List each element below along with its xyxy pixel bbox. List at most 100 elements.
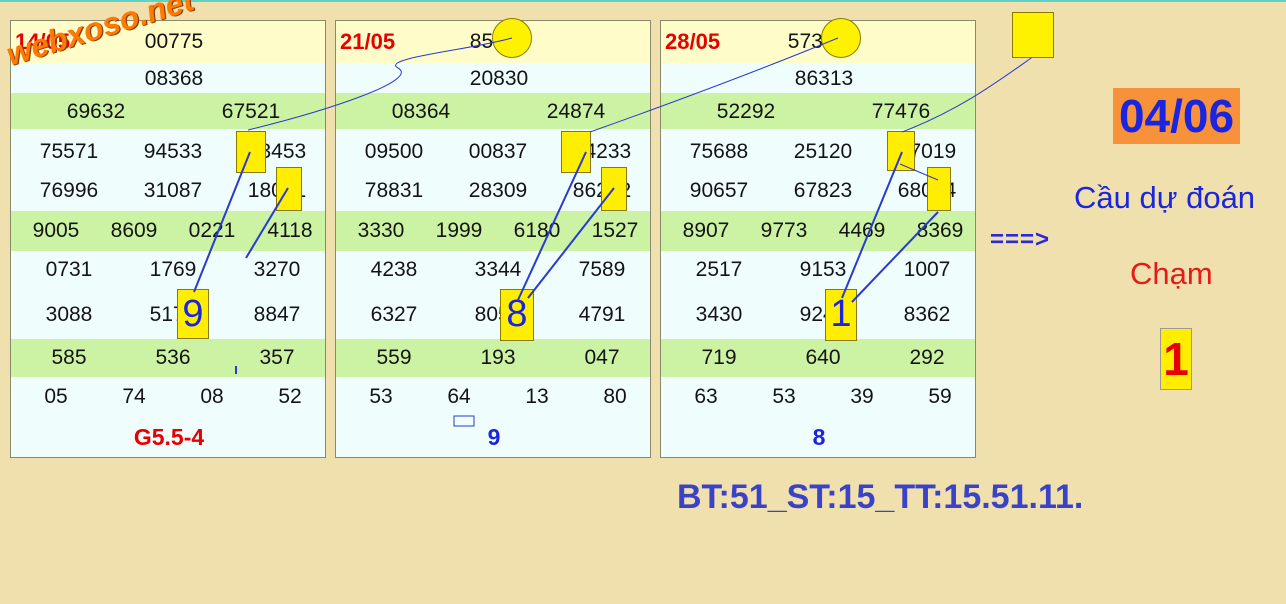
prize-number: 6180: [513, 219, 561, 242]
prize-number: 3330: [357, 219, 405, 242]
prize-number: 536: [155, 346, 191, 369]
prize-number: 4118: [267, 219, 313, 242]
prize-number: 6327: [370, 303, 418, 326]
prize-number: 7589: [578, 258, 626, 281]
highlight-marker: [601, 167, 627, 211]
prize-number: 52292: [716, 100, 776, 123]
prize-number: 047: [584, 346, 620, 369]
prize-number: 39: [850, 385, 874, 408]
board-footer-row: 9: [336, 417, 650, 459]
special-prize: 00775: [144, 30, 204, 53]
board-footer: 9: [487, 424, 501, 450]
highlight-marker: [276, 167, 302, 211]
prize-number: 67823: [793, 179, 853, 202]
fifth-prize-row: 0731 1769 3270: [11, 251, 325, 289]
first-prize: 20830: [469, 67, 529, 90]
prize-number: 75571: [39, 140, 99, 163]
prize-number: 05: [44, 385, 68, 408]
first-prize: 08368: [144, 67, 204, 90]
prize-number: 1527: [591, 219, 639, 242]
highlight-circle: [492, 18, 532, 58]
prize-number: 357: [259, 346, 295, 369]
prize-number: 0221: [188, 219, 236, 242]
lottery-board-3: 57318 28/05 86313 52292 77476 75688 2512…: [660, 18, 976, 458]
seventh-prize-row: 53 64 13 80: [336, 377, 650, 417]
prize-number: 4238: [370, 258, 418, 281]
highlight-marker: [1012, 12, 1054, 58]
board-footer: 8: [812, 424, 826, 450]
prize-number: 8362: [903, 303, 951, 326]
prize-number: 585: [51, 346, 87, 369]
prize-number: 69632: [66, 100, 126, 123]
prize-number: 1007: [903, 258, 951, 281]
prize-number: 9773: [760, 219, 808, 242]
prize-number: 77476: [871, 100, 931, 123]
prize-number: 94533: [143, 140, 203, 163]
lottery-board-1: 00775 14/05 08368 69632 67521 75571 9453…: [10, 20, 326, 458]
fifth-prize-row: 2517 9153 1007: [661, 251, 975, 289]
highlight-digit: 9: [182, 293, 204, 335]
prize-number: 292: [909, 346, 945, 369]
prize-number: 64: [447, 385, 471, 408]
prize-number: 31087: [143, 179, 203, 202]
prize-number: 67521: [221, 100, 281, 123]
prize-number: 4469: [838, 219, 886, 242]
prize-number: 53: [369, 385, 393, 408]
highlight-marker: [236, 131, 266, 173]
target-date: 04/06: [1113, 88, 1240, 144]
touch-label: Chạm: [1130, 256, 1213, 291]
prize-number: 90657: [689, 179, 749, 202]
prize-number: 3088: [45, 303, 93, 326]
board-date: 21/05: [340, 29, 396, 54]
sixth-prize-row: 585 536 357: [11, 339, 325, 377]
prize-number: 3430: [695, 303, 743, 326]
prize-number: 8609: [110, 219, 158, 242]
highlight-digit: 8: [506, 293, 528, 335]
sixth-prize-row: 559 193 047: [336, 339, 650, 377]
prize-number: 4791: [578, 303, 626, 326]
highlight-marker: [927, 167, 951, 211]
prize-number: 719: [701, 346, 737, 369]
prize-number: 59: [928, 385, 952, 408]
prize-number: 08364: [391, 100, 451, 123]
fourth-prize-row: 9005 8609 0221 4118: [11, 211, 325, 251]
prize-number: 00837: [468, 140, 528, 163]
prize-number: 53: [772, 385, 796, 408]
highlight-marker: [561, 131, 591, 173]
prize-number: 13: [525, 385, 549, 408]
highlight-digit: 1: [830, 293, 852, 335]
prize-number: 3344: [474, 258, 522, 281]
prize-number: 63: [694, 385, 718, 408]
prize-number: 193: [480, 346, 516, 369]
prize-number: 9005: [32, 219, 80, 242]
prize-number: 74: [122, 385, 146, 408]
prize-number: 76996: [39, 179, 99, 202]
highlight-marker: [887, 131, 915, 171]
prize-number: 28309: [468, 179, 528, 202]
seventh-prize-row: 05 74 08 52: [11, 377, 325, 417]
board-footer: G5.5-4: [133, 424, 205, 450]
prediction-arrow: ===>: [990, 226, 1051, 253]
prize-number: 80: [603, 385, 627, 408]
fourth-prize-row: 8907 9773 4469 8369: [661, 211, 975, 251]
touch-value: 1: [1160, 328, 1192, 390]
prize-number: 25120: [793, 140, 853, 163]
second-prize-row: 08364 24874: [336, 93, 650, 129]
prize-number: 09500: [364, 140, 424, 163]
prize-number: 08: [200, 385, 224, 408]
summary-text: BT:51_ST:15_TT:15.51.11.: [677, 478, 1084, 516]
prize-number: 75688: [689, 140, 749, 163]
prize-number: 0731: [45, 258, 93, 281]
first-prize-row: 86313: [661, 63, 975, 93]
prize-number: 78831: [364, 179, 424, 202]
second-prize-row: 69632 67521: [11, 93, 325, 129]
fifth-prize-row-b: 3430 9241 8362: [661, 289, 975, 339]
prize-number: 9153: [799, 258, 847, 281]
prize-number: 559: [376, 346, 412, 369]
prize-number: 640: [805, 346, 841, 369]
board-footer-row: G5.5-4: [11, 417, 325, 459]
lottery-board-2: 85198 21/05 20830 08364 24874 09500 0083…: [335, 18, 651, 459]
prize-number: 52: [278, 385, 302, 408]
first-prize-row: 08368: [11, 63, 325, 93]
prize-number: 1769: [149, 258, 197, 281]
